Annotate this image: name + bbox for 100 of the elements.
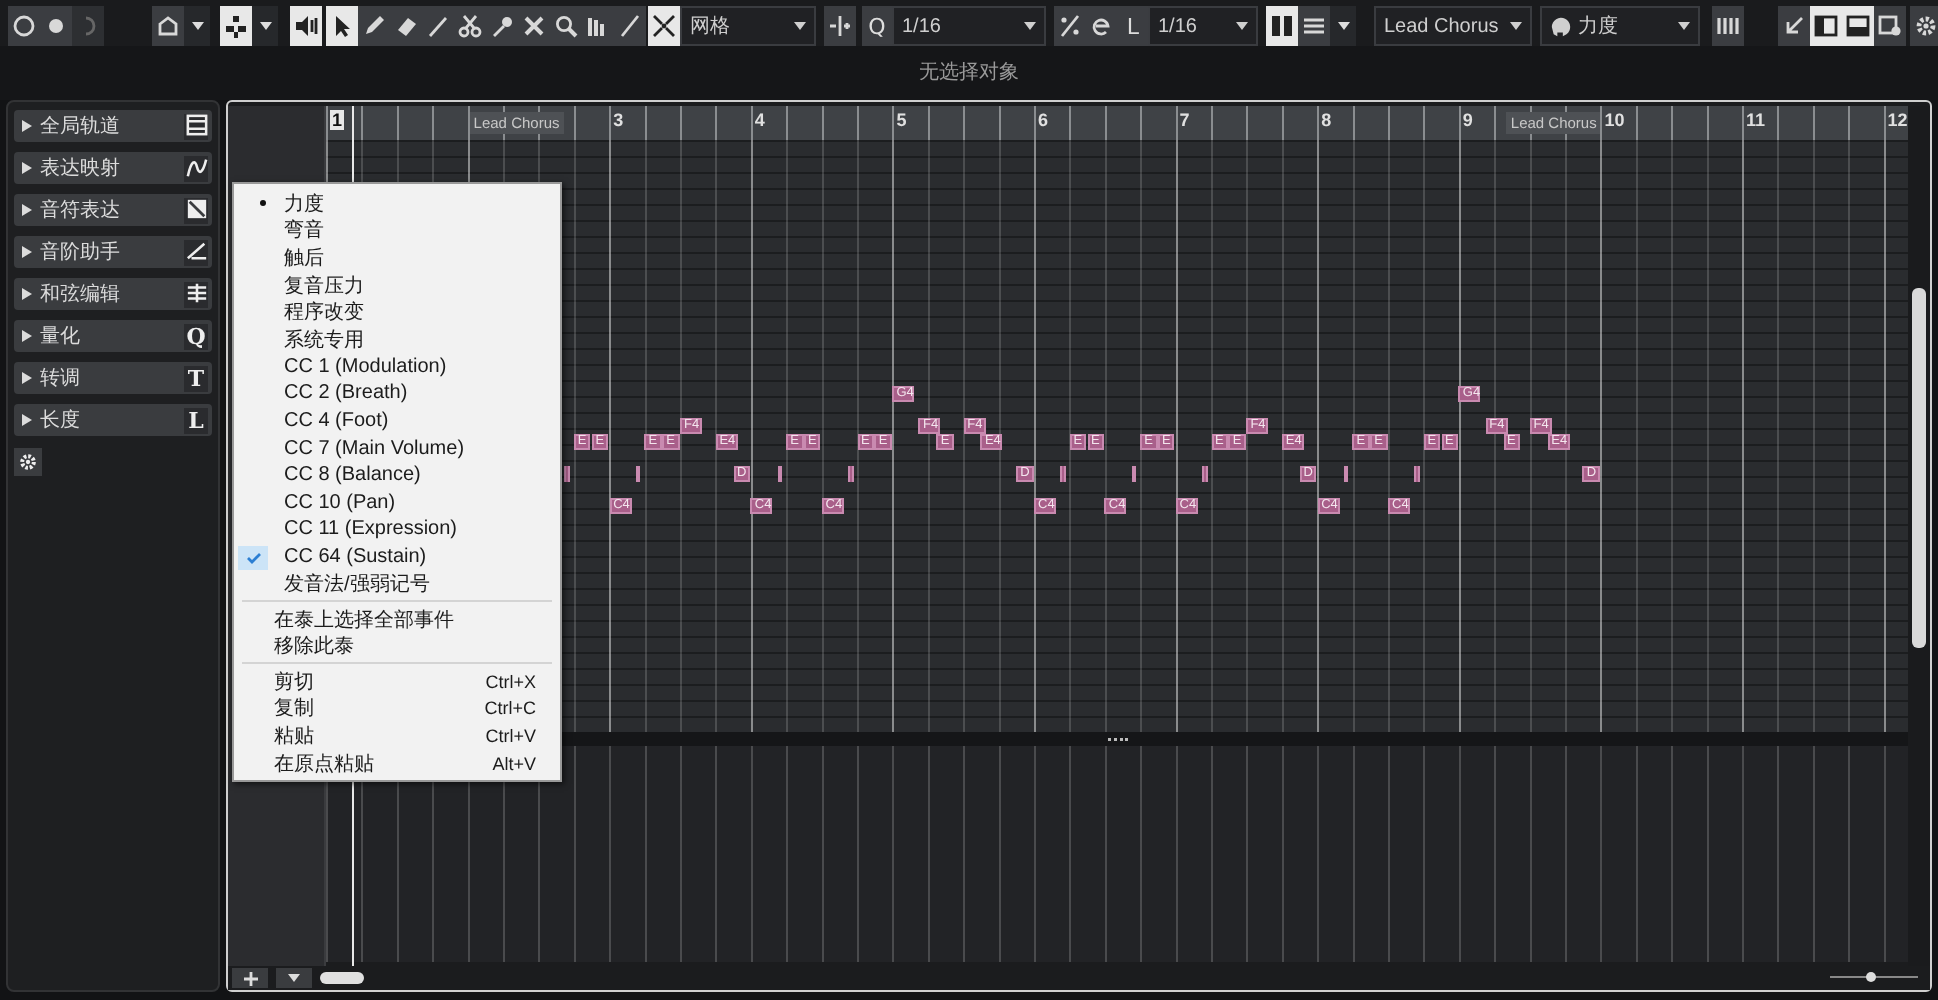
dropdown[interactable]: 1/16	[1148, 6, 1258, 46]
toolbar-button[interactable]	[1778, 6, 1810, 46]
toolbar-button[interactable]	[152, 6, 184, 46]
dropdown-button[interactable]	[1330, 6, 1356, 46]
bar-number: 6	[1038, 110, 1049, 130]
toolbar-button[interactable]	[1712, 6, 1744, 46]
toolbar-button[interactable]	[1054, 6, 1086, 46]
toolbar-button[interactable]	[648, 6, 680, 46]
head-icon	[1550, 15, 1572, 37]
zoom-slider[interactable]	[1830, 970, 1918, 986]
dropdown[interactable]: 网格	[680, 6, 816, 46]
add-icon	[243, 971, 257, 985]
inspector-section[interactable]: 全局轨道	[14, 110, 212, 142]
letter-icon: Q	[184, 323, 208, 349]
pencil-icon	[362, 14, 386, 38]
letter-icon: T	[184, 365, 208, 391]
toolbar-button[interactable]	[40, 6, 72, 46]
brush-icon	[426, 14, 450, 38]
slope-icon	[185, 239, 207, 261]
toolbar-button[interactable]	[1266, 6, 1298, 46]
inspector-section[interactable]: 量化 Q	[14, 320, 212, 352]
inspector-section[interactable]: 长度 L	[14, 404, 212, 436]
piano-icon	[1716, 14, 1740, 38]
bar-number: 9	[1462, 110, 1473, 130]
zoom-icon	[554, 14, 578, 38]
toolbar-button[interactable]	[1298, 6, 1330, 46]
status-text: 无选择对象	[919, 59, 1019, 88]
window-icon	[185, 113, 207, 135]
toolbar-button[interactable]	[1910, 6, 1938, 46]
eraser-icon	[394, 14, 418, 38]
letter-icon: L	[184, 407, 208, 433]
toolbar-button[interactable]	[290, 6, 322, 46]
swirl-icon	[1090, 14, 1114, 38]
dropdown-button[interactable]	[184, 6, 210, 46]
inspector-section[interactable]: 音符表达	[14, 194, 212, 226]
bar-number: 7	[1179, 110, 1190, 130]
inspector-section[interactable]: 和弦编辑	[14, 278, 212, 310]
dropdown[interactable]: Lead Chorus	[1374, 6, 1532, 46]
line-icon	[618, 14, 642, 38]
nodes-icon	[224, 14, 248, 38]
speaker-icon	[294, 14, 318, 38]
arrow-icon	[1782, 14, 1806, 38]
curve-icon	[185, 155, 207, 177]
toolbar-button[interactable]	[326, 6, 358, 46]
toolbar-button[interactable]	[358, 6, 390, 46]
panel-icon	[1814, 14, 1838, 38]
settings-icon	[18, 452, 38, 472]
bar-number: 10	[1604, 110, 1625, 130]
toolbar-button[interactable]	[1810, 6, 1842, 46]
dot-icon	[44, 14, 68, 38]
caret-icon	[1510, 22, 1522, 30]
letter-button[interactable]: Q	[862, 6, 892, 46]
midi-note[interactable]	[1131, 466, 1137, 482]
letter-button[interactable]: L	[1118, 6, 1148, 46]
caret-icon	[1024, 22, 1036, 30]
inspector-section[interactable]: 音阶助手	[14, 236, 212, 268]
toolbar-button[interactable]	[1842, 6, 1874, 46]
caret-icon	[1678, 22, 1690, 30]
toolbar-button[interactable]	[8, 6, 40, 46]
inspector-section[interactable]: 转调 T	[14, 362, 212, 394]
toolbar-button[interactable]	[220, 6, 252, 46]
cross-icon	[522, 14, 546, 38]
settings-button[interactable]	[14, 448, 42, 476]
menu-item[interactable]: 在原点粘贴 Alt+V	[234, 749, 560, 777]
scissors-icon	[458, 14, 482, 38]
dropdown[interactable]: 1/16	[892, 6, 1046, 46]
dropdown-button[interactable]	[252, 6, 278, 46]
caret-icon	[259, 22, 271, 30]
bars-icon	[586, 14, 610, 38]
caret-icon	[288, 974, 300, 982]
dropdown-button[interactable]	[276, 968, 312, 988]
bar-number: 11	[1746, 110, 1766, 130]
bar-number: 8	[1321, 110, 1332, 130]
add-button[interactable]	[232, 968, 268, 988]
caret-icon	[1337, 22, 1349, 30]
toolbar-button[interactable]	[1874, 6, 1906, 46]
settings-icon	[1914, 14, 1938, 38]
midi-note[interactable]	[1343, 466, 1349, 482]
bar-number: 12	[1887, 110, 1908, 130]
caret-icon	[794, 22, 806, 30]
dropdown[interactable]: 力度	[1540, 6, 1700, 46]
panel-icon	[1846, 14, 1870, 38]
square-icon	[185, 197, 207, 219]
lines-icon	[1302, 14, 1326, 38]
window-icon	[1878, 14, 1902, 38]
caret-icon	[191, 22, 203, 30]
midi-note[interactable]	[777, 466, 783, 482]
caret-icon	[1236, 22, 1248, 30]
bar-number: 5	[896, 110, 907, 130]
dropper-icon	[490, 14, 514, 38]
inspector-section[interactable]: 表达映射	[14, 152, 212, 184]
arrows-icon	[652, 14, 676, 38]
toolbar-button[interactable]	[614, 6, 646, 46]
pointer-icon	[330, 14, 354, 38]
midi-note[interactable]	[635, 466, 641, 482]
toolbar-button[interactable]	[824, 6, 856, 46]
ring-icon	[12, 14, 36, 38]
box-icon	[156, 14, 180, 38]
bar-number: 4	[754, 110, 765, 130]
bar-number: 3	[613, 110, 624, 130]
